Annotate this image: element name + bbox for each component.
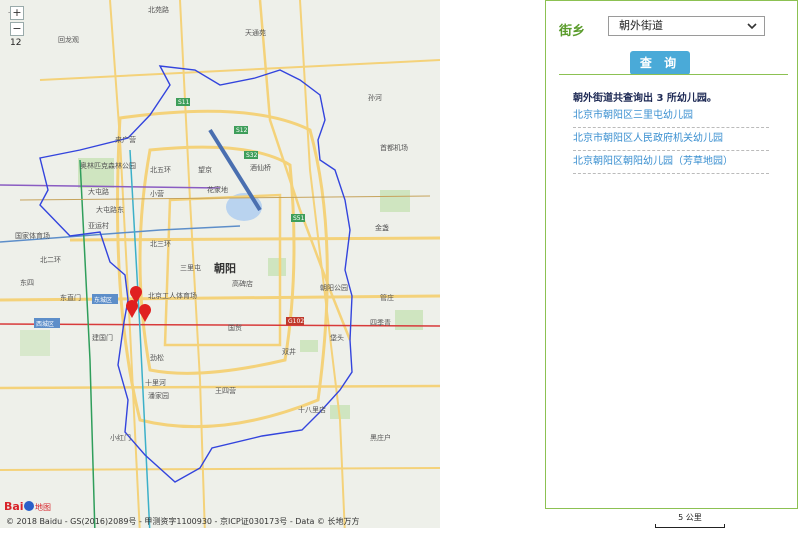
map-label: 金盏 bbox=[375, 223, 389, 232]
panel-divider bbox=[559, 74, 788, 75]
result-link[interactable]: 北京朝阳区朝阳幼儿园（芳草地园） bbox=[573, 151, 769, 174]
map-label: 北京工人体育场 bbox=[148, 291, 197, 300]
svg-text:地图: 地图 bbox=[35, 502, 51, 512]
map-label: 三里屯 bbox=[180, 263, 201, 272]
district-badge-xicheng: 西城区 bbox=[36, 321, 54, 328]
street-selected-value: 朝外街道 bbox=[619, 19, 663, 32]
street-select[interactable]: 朝外街道 bbox=[608, 16, 765, 36]
map-label: 酒仙桥 bbox=[250, 163, 271, 172]
map-label: 亚运村 bbox=[88, 221, 109, 230]
map-label: 高碑店 bbox=[232, 279, 253, 288]
map-label: 双井 bbox=[282, 347, 296, 356]
map-label: 东四 bbox=[20, 278, 34, 287]
chevron-down-icon bbox=[747, 23, 757, 30]
map-label: 来广营 bbox=[115, 135, 136, 144]
map-label: 北五环 bbox=[150, 166, 171, 174]
map-copyright: © 2018 Baidu - GS(2016)2089号 - 甲测资字11009… bbox=[6, 517, 360, 526]
map-label: 王四营 bbox=[215, 386, 236, 395]
map-label: 小红门 bbox=[110, 433, 131, 442]
map-label: 回龙观 bbox=[58, 35, 79, 44]
map-label: 奥林匹克森林公园 bbox=[80, 161, 136, 170]
road-badge-s51: S51 bbox=[293, 215, 305, 222]
map-label: 潘家园 bbox=[148, 391, 169, 400]
result-link[interactable]: 北京市朝阳区人民政府机关幼儿园 bbox=[573, 128, 769, 151]
road-badge-s11: S11 bbox=[178, 99, 190, 106]
map-label: 天通苑 bbox=[245, 28, 266, 37]
map-label: 北苑路 bbox=[148, 5, 169, 14]
road-badge-s32: S32 bbox=[246, 152, 258, 159]
search-panel: 街乡 朝外街道 查 询 朝外街道共查询出 3 所幼儿园。 北京市朝阳区三里屯幼儿… bbox=[545, 0, 798, 509]
map-scale: 5 公里 bbox=[655, 512, 725, 528]
map-label: 望京 bbox=[198, 165, 212, 174]
map-label: 首都机场 bbox=[380, 143, 408, 152]
road-badge-g102: G102 bbox=[288, 318, 304, 325]
map-label: 孙河 bbox=[368, 93, 382, 102]
map-label: 劲松 bbox=[150, 353, 164, 362]
map-label: 东直门 bbox=[60, 293, 81, 302]
svg-text:Bai: Bai bbox=[4, 500, 24, 513]
street-label: 街乡 bbox=[559, 24, 586, 39]
map-label: 垡头 bbox=[330, 333, 344, 342]
query-button[interactable]: 查 询 bbox=[630, 51, 690, 75]
map-label: 大屯路 bbox=[88, 187, 109, 196]
map-label: 黑庄户 bbox=[370, 433, 391, 442]
zoom-level: 12 bbox=[10, 38, 22, 48]
map-label: 建国门 bbox=[92, 333, 113, 342]
map-label: 国家体育场 bbox=[15, 231, 50, 240]
result-summary: 朝外街道共查询出 3 所幼儿园。 bbox=[573, 93, 717, 104]
zoom-control: + − 12 bbox=[10, 6, 24, 48]
scale-bar bbox=[655, 524, 725, 528]
city-label: 朝阳 bbox=[214, 261, 236, 275]
map-label: 朝阳公园 bbox=[320, 283, 348, 292]
map-label: 大屯路东 bbox=[96, 205, 124, 214]
district-badge-dongcheng: 东城区 bbox=[94, 296, 112, 304]
map-label: 北二环 bbox=[40, 256, 61, 264]
map-label: 十里河 bbox=[145, 378, 166, 387]
map-label: 四季青 bbox=[370, 318, 391, 327]
scale-label: 5 公里 bbox=[678, 513, 702, 522]
road-badge-s12: S12 bbox=[236, 127, 248, 134]
map-label: 北三环 bbox=[150, 240, 171, 248]
zoom-in-button[interactable]: + bbox=[10, 6, 24, 20]
map-label: 小营 bbox=[150, 189, 164, 198]
map-label: 花家地 bbox=[207, 185, 228, 194]
zoom-out-button[interactable]: − bbox=[10, 22, 24, 36]
result-link[interactable]: 北京市朝阳区三里屯幼儿园 bbox=[573, 105, 769, 128]
map-label: 管庄 bbox=[380, 293, 394, 302]
result-list: 北京市朝阳区三里屯幼儿园 北京市朝阳区人民政府机关幼儿园 北京朝阳区朝阳幼儿园（… bbox=[573, 105, 769, 174]
map-label: 十八里店 bbox=[298, 405, 326, 414]
map-label: 国贸 bbox=[228, 323, 242, 332]
